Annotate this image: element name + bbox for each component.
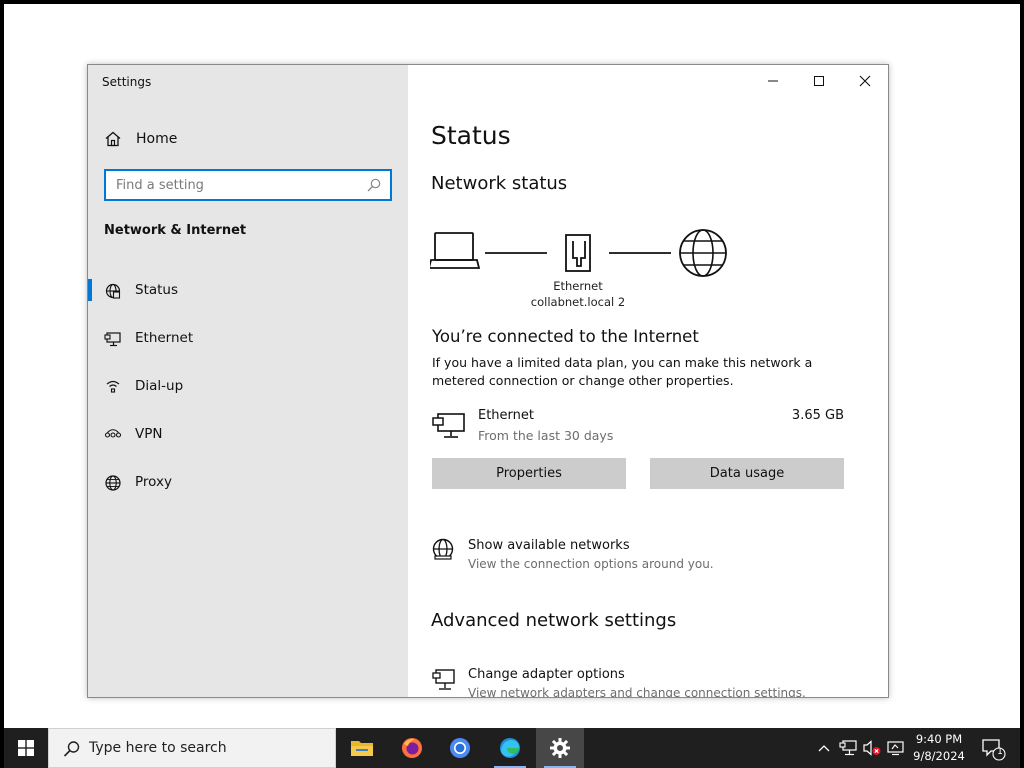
sidebar: Settings Home Network & Internet: [88, 65, 408, 697]
find-setting-input[interactable]: [116, 176, 356, 194]
sidebar-item-label: Dial-up: [135, 378, 184, 394]
data-usage-button[interactable]: Data usage: [650, 458, 844, 489]
ethernet-name: Ethernet: [478, 408, 534, 423]
firefox-button[interactable]: [388, 728, 436, 768]
sidebar-item-proxy[interactable]: Proxy: [88, 465, 408, 499]
search-icon[interactable]: [366, 177, 382, 193]
dial-up-icon: [106, 380, 120, 393]
chromium-icon: [450, 738, 470, 758]
folder-icon: [351, 741, 373, 756]
section-title: Network & Internet: [104, 223, 247, 238]
settings-window: Settings Home Network & Internet: [87, 64, 889, 698]
home-icon: [105, 131, 121, 147]
sidebar-item-label: Status: [135, 282, 179, 298]
clock[interactable]: 9:40 PM 9/8/2024: [904, 731, 974, 765]
internet-globe-icon: [679, 229, 727, 277]
edge-icon: [500, 738, 520, 758]
ethernet-period: From the last 30 days: [478, 428, 614, 443]
action-center-button[interactable]: 1: [980, 736, 1006, 762]
diagram-label: Ethernet collabnet.local 2: [518, 278, 638, 310]
globe-icon: [105, 475, 121, 491]
window-title: Settings: [102, 75, 152, 89]
ethernet-port-icon: [565, 234, 591, 272]
security-tray-button[interactable]: [886, 738, 906, 758]
ethernet-icon: [104, 332, 121, 347]
advanced-settings-heading: Advanced network settings: [431, 610, 677, 631]
network-icon: [839, 740, 857, 756]
show-hidden-icons-button[interactable]: [814, 738, 834, 758]
taskbar: Type here to search 9:40 PM 9/8/2024 1: [4, 728, 1020, 768]
network-name: collabnet.local 2: [530, 295, 626, 309]
network-tray-button[interactable]: [838, 738, 858, 758]
page-title: Status: [431, 121, 511, 150]
windows-logo-icon: [18, 740, 34, 756]
connection-status-desc: If you have a limited data plan, you can…: [432, 355, 813, 388]
sidebar-item-status[interactable]: Status: [88, 273, 408, 307]
home-link[interactable]: Home: [104, 127, 177, 151]
connection-status-title: You’re connected to the Internet: [432, 327, 699, 346]
show-networks-desc: View the connection options around you.: [468, 557, 714, 571]
ethernet-usage: 3.65 GB: [791, 408, 844, 423]
network-status-heading: Network status: [431, 173, 568, 194]
taskbar-search-placeholder: Type here to search: [89, 740, 227, 756]
main-content: Status Network status Ethernet collabnet…: [408, 65, 888, 697]
adapter-options-icon: [432, 669, 455, 690]
notification-count: 1: [997, 747, 1003, 757]
taskbar-search-box[interactable]: Type here to search: [48, 728, 336, 768]
vpn-icon: [104, 429, 122, 438]
selection-indicator: [88, 279, 92, 301]
settings-search-box: [104, 169, 392, 201]
sidebar-item-label: VPN: [135, 426, 163, 442]
firefox-icon: [402, 738, 422, 758]
properties-button[interactable]: Properties: [432, 458, 626, 489]
laptop-icon: [430, 232, 481, 269]
sidebar-item-label: Ethernet: [135, 330, 194, 346]
clock-date: 9/8/2024: [913, 749, 965, 763]
clock-time: 9:40 PM: [915, 732, 963, 746]
sidebar-item-dial-up[interactable]: Dial-up: [88, 369, 408, 403]
chromium-button[interactable]: [436, 728, 484, 768]
ethernet-adapter-icon: [432, 413, 465, 438]
display-icon: [887, 741, 904, 756]
volume-muted-icon: [863, 740, 881, 756]
globe-status-icon: [105, 283, 121, 299]
home-label: Home: [136, 131, 178, 147]
show-networks-link[interactable]: Show available networks: [468, 538, 630, 553]
adapter-label: Ethernet: [553, 279, 603, 293]
volume-tray-button[interactable]: [862, 738, 882, 758]
search-icon: [63, 741, 80, 757]
sidebar-item-label: Proxy: [135, 474, 172, 490]
sidebar-item-ethernet[interactable]: Ethernet: [88, 321, 408, 355]
show-networks-icon: [432, 538, 454, 560]
sidebar-item-vpn[interactable]: VPN: [88, 417, 408, 451]
settings-app-button[interactable]: [536, 728, 584, 768]
change-adapter-options-link[interactable]: Change adapter options: [468, 667, 625, 682]
chevron-up-icon: [818, 745, 830, 752]
change-adapter-options-desc: View network adapters and change connect…: [468, 686, 806, 698]
gear-icon: [550, 738, 570, 758]
start-button[interactable]: [4, 728, 48, 768]
edge-button[interactable]: [486, 728, 534, 768]
file-explorer-button[interactable]: [338, 728, 386, 768]
